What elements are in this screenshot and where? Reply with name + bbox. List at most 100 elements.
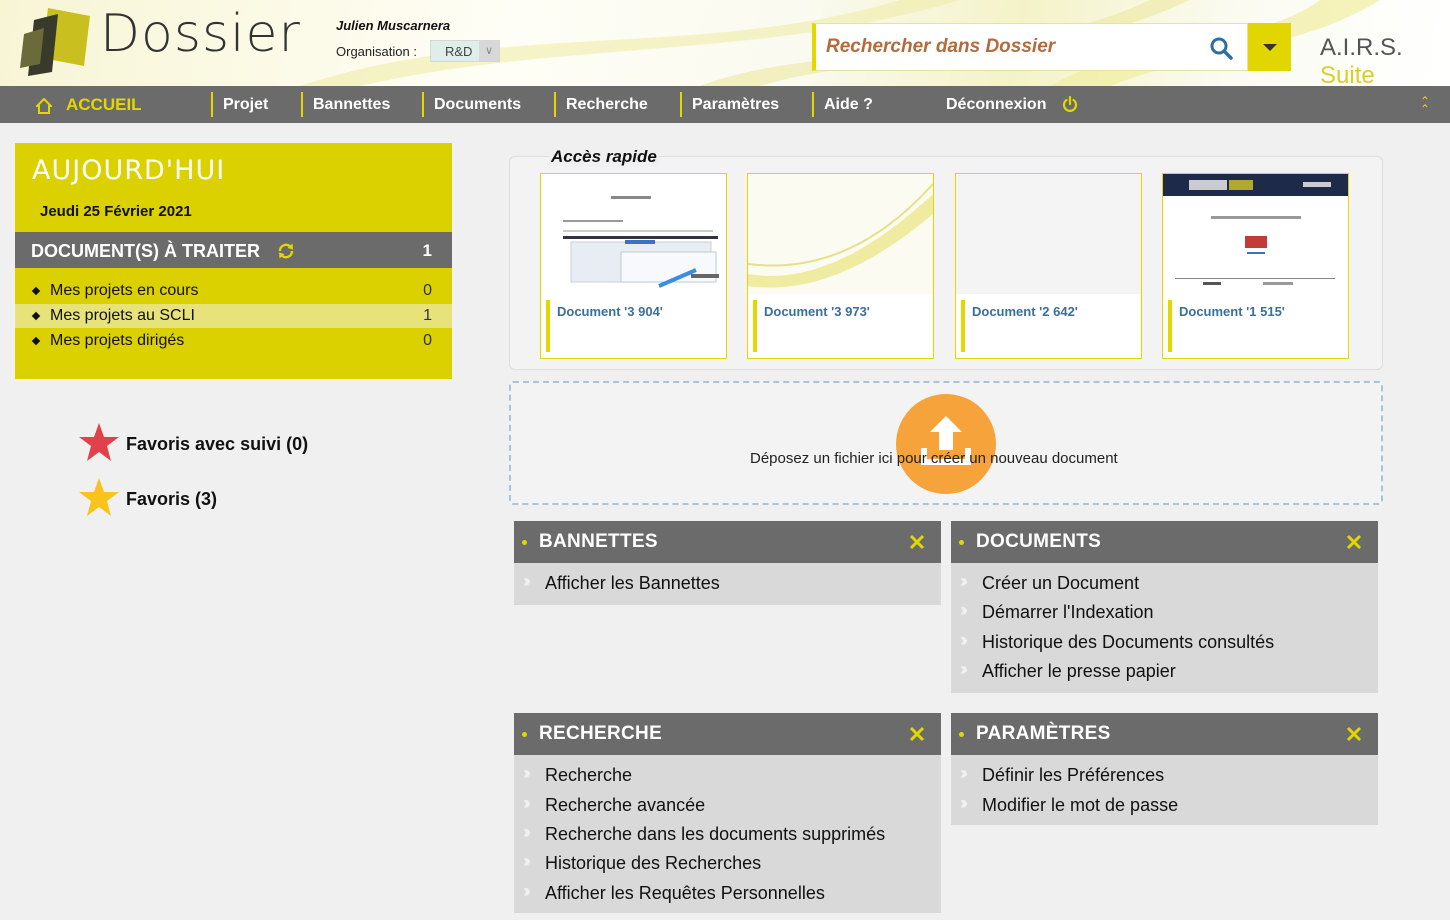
favorites-tracked-label: Favoris avec suivi (0) <box>126 434 309 454</box>
double-chevron-icon: ›› <box>960 659 968 679</box>
close-icon[interactable] <box>1346 534 1362 550</box>
link-recherche[interactable]: ›› Recherche <box>514 761 941 789</box>
nav-parametres[interactable]: Paramètres <box>680 92 779 117</box>
documents-to-process-label: DOCUMENT(S) À TRAITER <box>31 241 260 261</box>
refresh-icon[interactable] <box>277 242 295 260</box>
todo-row-projets-en-cours[interactable]: Mes projets en cours 0 <box>15 279 452 303</box>
panel-title: BANNETTES <box>539 531 658 552</box>
document-preview-image <box>541 174 726 294</box>
panel-header: RECHERCHE <box>514 713 941 755</box>
double-chevron-icon: ›› <box>523 763 531 783</box>
organisation-value: R&D <box>445 44 473 59</box>
link-presse-papier[interactable]: ›› Afficher le presse papier <box>951 657 1378 685</box>
organisation-select[interactable]: R&D ∨ <box>430 40 500 62</box>
panel-bannettes: BANNETTES ›› Afficher les Bannettes <box>514 521 941 605</box>
star-yellow-icon <box>79 478 119 516</box>
today-date: Jeudi 25 Février 2021 <box>40 203 192 220</box>
document-preview-image <box>748 174 933 294</box>
todo-row-label: Mes projets en cours <box>50 282 199 299</box>
link-label: Démarrer l'Indexation <box>982 602 1154 622</box>
nav-logout[interactable]: Déconnexion <box>946 92 1046 117</box>
link-label: Modifier le mot de passe <box>982 795 1179 815</box>
link-requetes-personnelles[interactable]: ›› Afficher les Requêtes Personnelles <box>514 879 941 907</box>
close-icon[interactable] <box>909 534 925 550</box>
nav-home[interactable]: ACCUEIL <box>36 92 142 117</box>
close-icon[interactable] <box>909 726 925 742</box>
caret-down-icon <box>1263 44 1277 51</box>
document-thumbnail <box>748 174 933 294</box>
double-chevron-icon: ›› <box>960 793 968 813</box>
double-chevron-icon: ›› <box>523 851 531 871</box>
document-thumbnail <box>956 174 1141 294</box>
link-label: Afficher les Bannettes <box>545 573 720 593</box>
panel-title: DOCUMENTS <box>976 531 1102 552</box>
todo-row-count: 1 <box>423 307 432 324</box>
todo-row-projets-diriges[interactable]: Mes projets dirigés 0 <box>15 329 452 353</box>
link-mot-de-passe[interactable]: ›› Modifier le mot de passe <box>951 791 1378 819</box>
link-recherche-supprimes[interactable]: ›› Recherche dans les documents supprimés <box>514 820 941 848</box>
today-title: AUJOURD'HUI <box>32 155 226 186</box>
search-icon[interactable] <box>1209 36 1233 60</box>
favorites-tracked[interactable]: Favoris avec suivi (0) <box>78 422 308 462</box>
favorites-label: Favoris (3) <box>126 489 218 509</box>
double-chevron-icon: ›› <box>960 600 968 620</box>
link-label: Afficher le presse papier <box>982 661 1176 681</box>
quick-access-card[interactable]: Document '1 515' <box>1162 173 1349 359</box>
link-label: Historique des Recherches <box>545 853 762 873</box>
bullet-icon <box>31 311 41 321</box>
star-red-icon <box>79 423 119 461</box>
panel-header: PARAMÈTRES <box>951 713 1378 755</box>
link-label: Recherche avancée <box>545 795 706 815</box>
todo-row-projets-scli[interactable]: Mes projets au SCLI 1 <box>15 304 452 328</box>
upload-button[interactable] <box>896 394 996 494</box>
nav-documents[interactable]: Documents <box>422 92 521 117</box>
document-thumbnail <box>541 174 726 294</box>
link-label: Recherche <box>545 765 633 785</box>
power-icon[interactable] <box>1062 95 1078 113</box>
link-afficher-bannettes[interactable]: ›› Afficher les Bannettes <box>514 569 941 597</box>
user-name: Julien Muscarnera <box>336 18 451 33</box>
double-chevron-icon: ›› <box>960 571 968 591</box>
link-recherche-avancee[interactable]: ›› Recherche avancée <box>514 791 941 819</box>
brand-main: A.I.R.S. <box>1320 34 1403 61</box>
airs-suite-brand: A.I.R.S. Suite <box>1320 34 1450 86</box>
link-preferences[interactable]: ›› Définir les Préférences <box>951 761 1378 789</box>
bullet-icon <box>31 336 41 346</box>
nav-home-label: ACCUEIL <box>66 95 142 114</box>
bullet-icon <box>522 540 527 545</box>
double-chevron-icon: ›› <box>960 763 968 783</box>
quick-access-card[interactable]: Document '3 973' <box>747 173 934 359</box>
panel-header: DOCUMENTS <box>951 521 1378 563</box>
panel-documents: DOCUMENTS ›› Créer un Document ›› Démarrer… <box>951 521 1378 693</box>
today-panel: AUJOURD'HUI Jeudi 25 Février 2021 DOCUME… <box>15 143 452 379</box>
link-label: Créer un Document <box>982 573 1140 593</box>
quick-access-card[interactable]: Document '3 904' <box>540 173 727 359</box>
favorites[interactable]: Favoris (3) <box>78 477 217 517</box>
close-icon[interactable] <box>1346 726 1362 742</box>
nav-aide[interactable]: Aide ? <box>812 92 873 117</box>
link-creer-document[interactable]: ›› Créer un Document <box>951 569 1378 597</box>
link-label: Définir les Préférences <box>982 765 1165 785</box>
double-chevron-icon: ›› <box>523 822 531 842</box>
double-chevron-icon: ›› <box>960 630 968 650</box>
search-box <box>812 23 1248 71</box>
chevron-down-icon: ∨ <box>479 41 499 61</box>
app-title: Dossier <box>100 4 301 64</box>
double-chevron-icon: ›› <box>523 571 531 591</box>
organisation-label: Organisation : <box>336 44 417 59</box>
link-historique-documents[interactable]: ›› Historique des Documents consultés <box>951 628 1378 656</box>
link-demarrer-indexation[interactable]: ›› Démarrer l'Indexation <box>951 598 1378 626</box>
quick-access-title: Accès rapide <box>549 147 659 167</box>
link-historique-recherches[interactable]: ›› Historique des Recherches <box>514 849 941 877</box>
link-label: Historique des Documents consultés <box>982 632 1275 652</box>
nav-projet[interactable]: Projet <box>211 92 268 117</box>
nav-bannettes[interactable]: Bannettes <box>301 92 390 117</box>
bullet-icon <box>31 286 41 296</box>
collapse-header-icon[interactable]: ⌃ ⌃ <box>1420 95 1430 115</box>
link-label: Recherche dans les documents supprimés <box>545 824 886 844</box>
upload-icon <box>921 416 971 465</box>
nav-recherche[interactable]: Recherche <box>554 92 648 117</box>
quick-access-card[interactable]: Document '2 642' <box>955 173 1142 359</box>
search-input[interactable] <box>826 24 1196 70</box>
search-options-button[interactable] <box>1248 23 1291 71</box>
